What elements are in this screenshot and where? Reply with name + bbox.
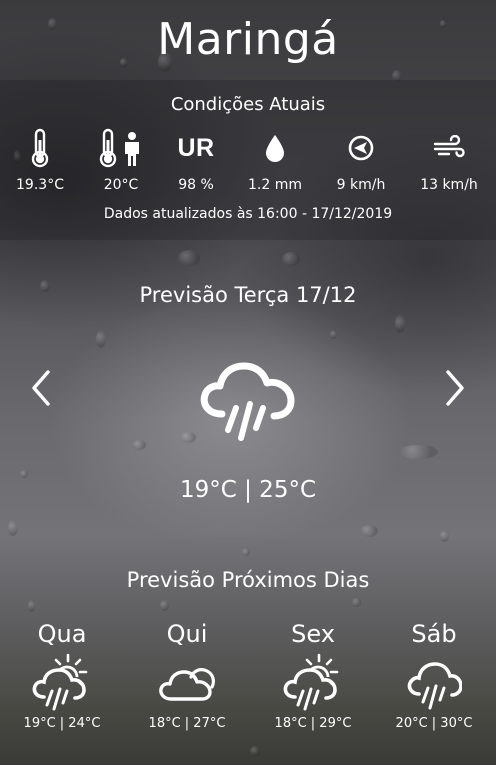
cloud-icon	[132, 652, 242, 714]
day-temperature-range: 19°C | 24°C	[23, 716, 101, 731]
forecast-day-title: Previsão Terça 17/12	[139, 283, 357, 307]
chevron-right-icon	[446, 370, 464, 406]
forecast-temperature-range: 19°C | 25°C	[179, 477, 317, 503]
humidity-value: 98 %	[178, 177, 214, 193]
next-day-button[interactable]	[434, 368, 474, 408]
metric-humidity: UR 98 %	[151, 128, 241, 194]
next-days-title: Previsão Próximos Dias	[126, 568, 370, 592]
cloud-rain-icon	[379, 652, 489, 714]
metric-temperature: 19.3°C	[0, 128, 85, 193]
day-name: Sex	[291, 620, 335, 648]
chevron-left-icon	[32, 370, 50, 406]
day-forecast-qua: Qua 19°C | 24°C	[7, 620, 117, 731]
day-name: Sáb	[411, 620, 457, 648]
humidity-ur-label: UR	[177, 133, 215, 162]
day-name: Qua	[37, 620, 87, 648]
last-updated-text: Dados atualizados às 16:00 - 17/12/2019	[103, 206, 393, 222]
day-forecast-sab: Sáb 20°C | 30°C	[379, 620, 489, 731]
wind-direction-icon	[316, 128, 406, 168]
current-metrics: 19.3°C 20°C UR 98 % 1.2 mm 9 km/h 13 km/…	[0, 128, 496, 198]
thermometer-icon	[0, 128, 85, 168]
wind-value: 9 km/h	[336, 177, 386, 193]
sun-cloud-rain-icon	[7, 652, 117, 714]
previous-day-button[interactable]	[22, 368, 62, 408]
day-temperature-range: 18°C | 29°C	[274, 716, 352, 731]
day-temperature-range: 20°C | 30°C	[395, 716, 473, 731]
wind-gust-icon	[404, 128, 494, 168]
cloud-heavy-rain-icon	[198, 358, 298, 448]
humidity-ur-icon: UR	[151, 128, 241, 168]
rain-drop-icon	[230, 128, 320, 168]
wind-gust-value: 13 km/h	[420, 177, 478, 193]
metric-precipitation: 1.2 mm	[230, 128, 320, 193]
day-temperature-range: 18°C | 27°C	[148, 716, 226, 731]
metric-wind: 9 km/h	[316, 128, 406, 193]
city-title: Maringá	[157, 14, 339, 65]
day-forecast-qui: Qui 18°C | 27°C	[132, 620, 242, 731]
metric-wind-gust: 13 km/h	[404, 128, 494, 193]
day-forecast-sex: Sex 18°C | 29°C	[258, 620, 368, 731]
temperature-value: 19.3°C	[16, 177, 64, 193]
precipitation-value: 1.2 mm	[248, 177, 302, 193]
day-name: Qui	[166, 620, 208, 648]
current-conditions-heading: Condições Atuais	[170, 94, 326, 115]
sun-cloud-rain-icon	[258, 652, 368, 714]
